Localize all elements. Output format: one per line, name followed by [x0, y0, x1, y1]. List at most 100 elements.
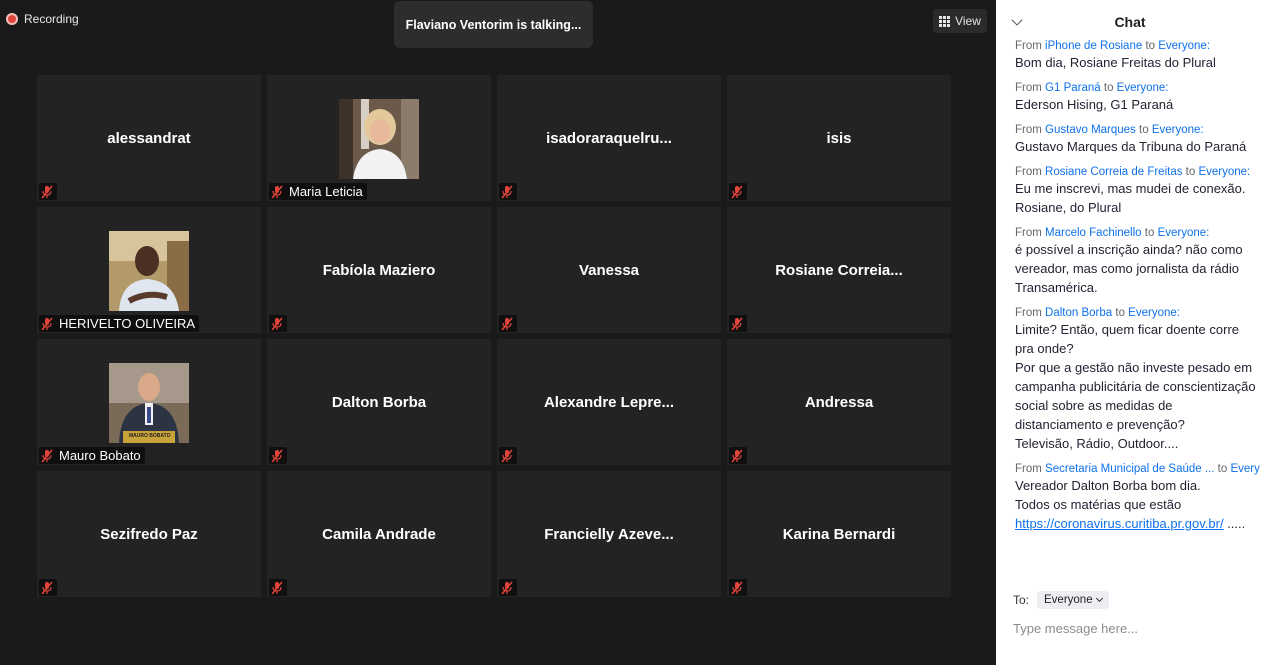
sender-name[interactable]: Gustavo Marques [1045, 124, 1136, 136]
sender-name[interactable]: Dalton Borba [1045, 307, 1112, 319]
participant-name: Andressa [804, 394, 874, 411]
muted-mic-icon [731, 448, 743, 463]
muted-mic-icon [41, 184, 53, 199]
muted-indicator: HERIVELTO OLIVEIRA [39, 315, 200, 332]
message-header: From Secretaria Municipal de Saúde ... t… [1015, 462, 1264, 476]
message-text: Bom dia, Rosiane Freitas do Plural [1015, 55, 1216, 70]
sender-name[interactable]: Marcelo Fachinello [1045, 227, 1142, 239]
participant-name: Dalton Borba [331, 394, 427, 411]
participant-name: Mauro Bobato [59, 448, 141, 463]
recipient-name[interactable]: Every [1230, 463, 1259, 475]
recipient-value: Everyone [1044, 594, 1093, 606]
message-header: From Gustavo Marques to Everyone: [1015, 123, 1264, 137]
participant-tile[interactable]: Francielly Azeve... [497, 471, 721, 597]
participant-name: Sezifredo Paz [100, 526, 198, 543]
from-prefix: From [1015, 307, 1042, 319]
message-text: Limite? Então, quem ficar doente corre [1015, 322, 1240, 337]
participant-name: Rosiane Correia... [775, 262, 903, 279]
recipient-select[interactable]: Everyone [1037, 591, 1109, 609]
view-button-label: View [955, 14, 981, 28]
participant-tile[interactable]: Sezifredo Paz [37, 471, 261, 597]
message-text: social sobre as medidas de [1015, 398, 1173, 413]
muted-indicator [499, 447, 517, 464]
muted-mic-icon [731, 184, 743, 199]
message-text: pra onde? [1015, 341, 1074, 356]
participant-name: isis [826, 130, 852, 147]
message-text: Por que a gestão não investe pesado em [1015, 360, 1253, 375]
participant-tile[interactable]: Maria Leticia [267, 75, 491, 201]
sender-name[interactable]: G1 Paraná [1045, 82, 1101, 94]
muted-indicator [39, 579, 57, 596]
muted-mic-icon [271, 580, 283, 595]
message-text: Vereador Dalton Borba bom dia. [1015, 478, 1201, 493]
participant-tile[interactable]: HERIVELTO OLIVEIRA [37, 207, 261, 333]
nameplate-badge: MAURO BOBATO [129, 433, 171, 439]
sender-name[interactable]: iPhone de Rosiane [1045, 40, 1142, 52]
from-prefix: From [1015, 227, 1042, 239]
message-text: Eu me inscrevi, mas mudei de conexão. [1015, 181, 1246, 196]
from-prefix: From [1015, 124, 1042, 136]
message-header: From Marcelo Fachinello to Everyone: [1015, 226, 1264, 240]
muted-indicator [269, 579, 287, 596]
message-header: From G1 Paraná to Everyone: [1015, 81, 1264, 95]
to-word: to [1103, 82, 1114, 94]
view-button[interactable]: View [933, 9, 987, 33]
participant-tile[interactable]: Vanessa [497, 207, 721, 333]
participant-tile[interactable]: Dalton Borba [267, 339, 491, 465]
recipient-name[interactable]: Everyone: [1158, 227, 1210, 239]
muted-indicator [39, 183, 57, 200]
participant-tile[interactable]: Fabíola Maziero [267, 207, 491, 333]
participant-name: Alexandre Lepre... [543, 394, 675, 411]
muted-mic-icon [41, 316, 53, 331]
participant-name: HERIVELTO OLIVEIRA [59, 316, 196, 331]
recording-label: Recording [24, 12, 79, 26]
participant-name: isadoraraquelru... [546, 130, 672, 147]
recipient-name[interactable]: Everyone: [1152, 124, 1204, 136]
participant-tile[interactable]: Andressa [727, 339, 951, 465]
participant-tile[interactable]: isadoraraquelru... [497, 75, 721, 201]
chevron-down-icon [1095, 594, 1103, 603]
to-word: to [1139, 124, 1149, 136]
sender-name[interactable]: Secretaria Municipal de Saúde ... [1045, 463, 1214, 475]
muted-indicator [729, 183, 747, 200]
muted-mic-icon [501, 184, 513, 199]
recording-indicator[interactable]: Recording [6, 12, 79, 26]
message-header: From Dalton Borba to Everyone: [1015, 306, 1264, 320]
chat-panel: Chat From iPhone de Rosiane to Everyone:… [996, 0, 1264, 665]
chat-message-list[interactable]: From iPhone de Rosiane to Everyone: Bom d… [1015, 39, 1264, 577]
message-text: Televisão, Rádio, Outdoor.... [1015, 436, 1179, 451]
active-speaker-banner: Flaviano Ventorim is talking... [394, 1, 593, 48]
sender-name[interactable]: Rosiane Correia de Freitas [1045, 166, 1182, 178]
recipient-name[interactable]: Everyone: [1198, 166, 1250, 178]
participant-tile[interactable]: Camila Andrade [267, 471, 491, 597]
participant-tile[interactable]: isis [727, 75, 951, 201]
message-link[interactable]: https://coronavirus.curitiba.pr.gov.br/ [1015, 516, 1224, 531]
participant-tile[interactable]: Karina Bernardi [727, 471, 951, 597]
to-word: to [1185, 166, 1196, 178]
to-word: to [1115, 307, 1125, 319]
to-word: to [1144, 227, 1155, 239]
participant-tile[interactable]: Rosiane Correia... [727, 207, 951, 333]
muted-indicator: Maria Leticia [269, 183, 367, 200]
participant-name: Camila Andrade [322, 526, 436, 543]
participant-tile[interactable]: Alexandre Lepre... [497, 339, 721, 465]
recipient-name[interactable]: Everyone: [1128, 307, 1180, 319]
recipient-name[interactable]: Everyone: [1117, 82, 1169, 94]
muted-mic-icon [271, 184, 283, 199]
participant-name: Vanessa [578, 262, 640, 279]
muted-mic-icon [731, 580, 743, 595]
message-text: Transamérica. [1015, 280, 1098, 295]
muted-mic-icon [501, 580, 513, 595]
recipient-name[interactable]: Everyone: [1158, 40, 1210, 52]
participant-tile[interactable]: MAURO BOBATO Mauro Bobato [37, 339, 261, 465]
muted-mic-icon [731, 316, 743, 331]
from-prefix: From [1015, 463, 1042, 475]
chat-header: Chat [996, 0, 1264, 42]
muted-indicator [729, 579, 747, 596]
chat-message-input[interactable] [1013, 621, 1253, 636]
participant-tile[interactable]: alessandrat [37, 75, 261, 201]
message-header: From iPhone de Rosiane to Everyone: [1015, 39, 1264, 53]
message-text: campanha publicitária de conscientização [1015, 379, 1256, 394]
message-text: Todos os matérias que estão [1015, 497, 1182, 512]
muted-mic-icon [41, 580, 53, 595]
